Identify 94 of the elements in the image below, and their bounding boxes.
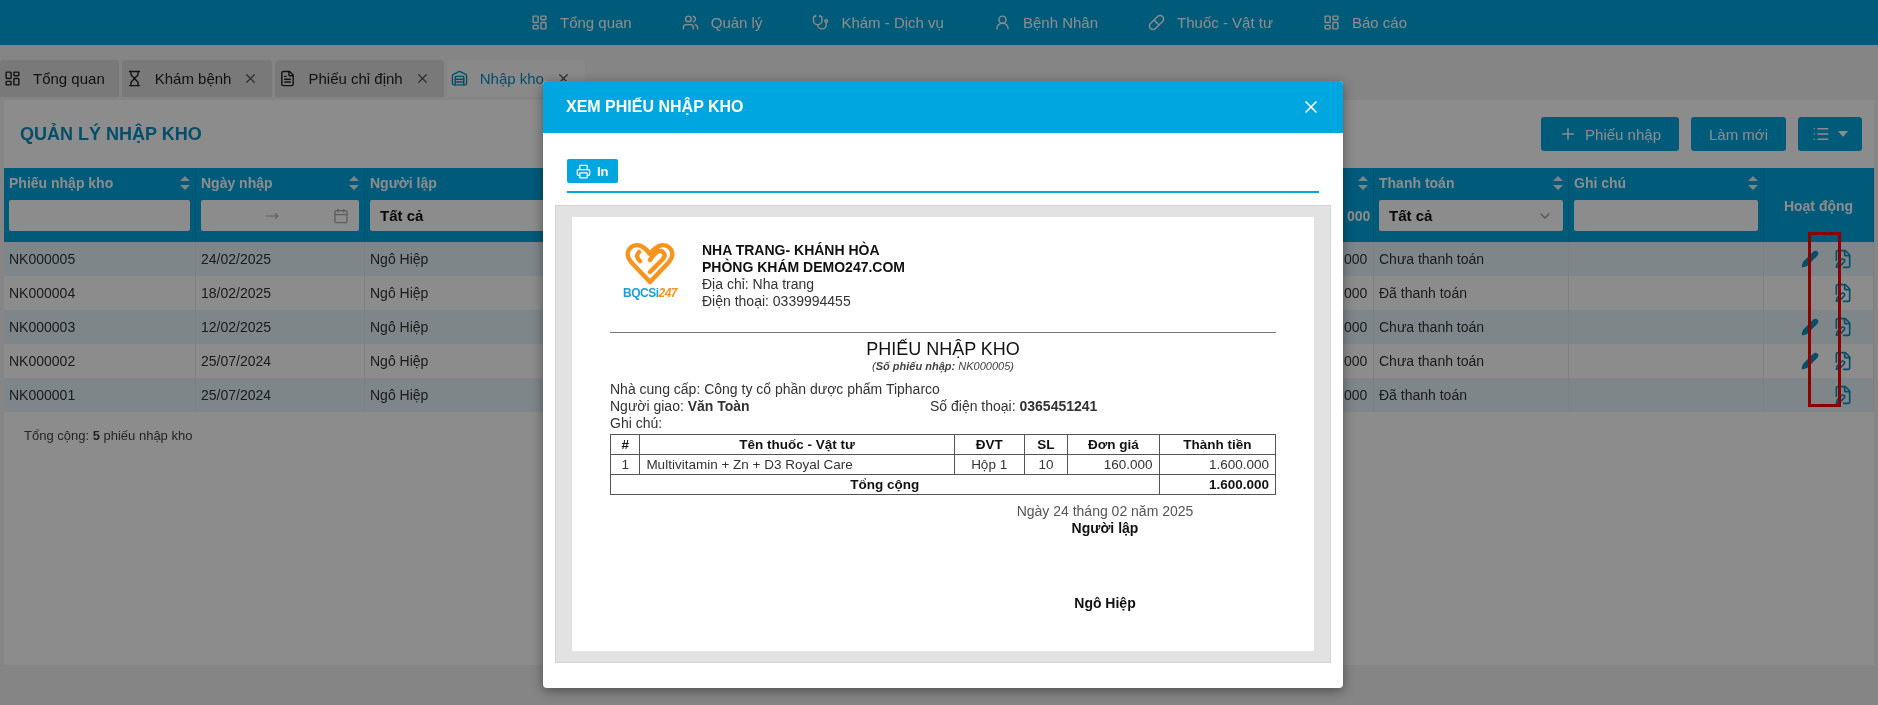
clinic-name: NHA TRANG- KHÁNH HÒA bbox=[702, 242, 881, 258]
table-cell: 000 bbox=[1342, 242, 1374, 276]
column-header: Thành tiền bbox=[1159, 434, 1276, 455]
table-cell: Chưa thanh toán bbox=[1374, 242, 1569, 276]
clinic-address: Địa chỉ: Nha trang bbox=[702, 276, 816, 293]
document-edit-icon[interactable] bbox=[1833, 351, 1853, 371]
receipt-number: (Số phiếu nhập: NK000005) bbox=[871, 360, 1015, 372]
tab[interactable]: Tổng quan bbox=[0, 60, 119, 97]
pencil-icon[interactable] bbox=[1801, 318, 1819, 336]
dialog-title: XEM PHIẾU NHẬP KHO bbox=[566, 98, 744, 116]
column-header: Tên thuốc - Vật tư bbox=[639, 434, 955, 455]
column-header: Ngày nhập bbox=[196, 168, 365, 242]
add-button[interactable]: Phiếu nhập bbox=[1541, 117, 1679, 151]
column-header: Ghi chú bbox=[1569, 168, 1764, 242]
sort-icon[interactable] bbox=[180, 176, 190, 190]
receipt-date: Ngày 24 tháng 02 năm 2025 bbox=[1016, 503, 1194, 520]
clinic-name: PHÒNG KHÁM DEMO247.COM bbox=[702, 259, 906, 276]
table-cell: Chưa thanh toán bbox=[1374, 310, 1569, 344]
printer-icon bbox=[576, 163, 591, 179]
logo-text: BQCSi247 bbox=[622, 286, 677, 300]
column-header: # bbox=[610, 434, 640, 455]
table-cell: NK000001 bbox=[4, 378, 196, 412]
tab[interactable]: Phiếu chỉ định bbox=[275, 60, 444, 97]
table-cell: Đã thanh toán bbox=[1374, 378, 1569, 412]
warehouse-icon bbox=[450, 70, 468, 87]
person-icon bbox=[993, 14, 1011, 31]
filter-field[interactable] bbox=[9, 200, 190, 231]
list-icon bbox=[1812, 125, 1830, 143]
total-value: 1.600.000 bbox=[1159, 474, 1276, 495]
document-edit-icon[interactable] bbox=[1833, 249, 1853, 269]
table-cell: 10 bbox=[1024, 454, 1068, 475]
table-cell: NK000003 bbox=[4, 310, 196, 344]
date-range-field[interactable] bbox=[201, 200, 359, 231]
tab[interactable]: Khám bệnh bbox=[121, 60, 273, 97]
signer-role: Người lập bbox=[1071, 520, 1139, 537]
document-edit-icon[interactable] bbox=[1833, 317, 1853, 337]
print-button[interactable]: In bbox=[567, 159, 618, 183]
table-cell: 1 bbox=[610, 454, 640, 475]
document-icon bbox=[279, 70, 297, 87]
page-title: QUẢN LÝ NHẬP KHO bbox=[20, 123, 203, 145]
table-cell: Hộp 1 bbox=[954, 454, 1025, 475]
clinic-phone: Điện thoại: 0339994455 bbox=[702, 293, 852, 310]
total-label: Tổng cộng bbox=[610, 474, 1160, 495]
users-icon bbox=[681, 14, 699, 31]
column-header: ĐVT bbox=[954, 434, 1025, 455]
nav-item[interactable]: Thuốc - Vật tư bbox=[1142, 10, 1279, 35]
nav-item[interactable]: Báo cáo bbox=[1316, 10, 1413, 35]
table-cell: 24/02/2025 bbox=[196, 242, 365, 276]
column-header: Hoạt động bbox=[1764, 168, 1874, 242]
pencil-icon[interactable] bbox=[1801, 352, 1819, 370]
total-count: Tổng cộng: 5 phiếu nhập kho bbox=[24, 428, 193, 443]
columns-menu-button[interactable] bbox=[1798, 117, 1862, 151]
nav-item[interactable]: Khám - Dịch vụ bbox=[806, 10, 950, 35]
table-cell: 000 bbox=[1342, 276, 1374, 310]
nav-item[interactable]: Quản lý bbox=[675, 10, 769, 35]
sort-icon[interactable] bbox=[1553, 176, 1563, 190]
table-cell: 25/07/2024 bbox=[196, 378, 365, 412]
table-cell: 000 bbox=[1342, 310, 1374, 344]
column-header: Đơn giá bbox=[1067, 434, 1160, 455]
note-label: Ghi chú: bbox=[610, 415, 664, 432]
filter-field[interactable] bbox=[1574, 200, 1758, 231]
nav-item[interactable]: Tổng quan bbox=[525, 10, 638, 35]
table-cell: Multivitamin + Zn + D3 Royal Care bbox=[639, 454, 955, 475]
filter-value: 000 bbox=[1347, 208, 1368, 224]
column-header: Phiếu nhập kho bbox=[4, 168, 196, 242]
caret-icon bbox=[1838, 131, 1848, 137]
dashboard-icon bbox=[531, 14, 548, 31]
sort-icon[interactable] bbox=[1358, 176, 1368, 190]
document-edit-icon[interactable] bbox=[1833, 283, 1853, 303]
phone-text: Số điện thoại: 0365451241 bbox=[930, 398, 1099, 415]
table-cell: 12/02/2025 bbox=[196, 310, 365, 344]
table-cell: 000 bbox=[1342, 378, 1374, 412]
dashboard-icon bbox=[4, 70, 21, 87]
calendar-icon bbox=[333, 207, 349, 224]
dashboard-icon bbox=[1322, 14, 1340, 31]
column-header: SL bbox=[1024, 434, 1068, 455]
document-edit-icon[interactable] bbox=[1833, 385, 1853, 405]
sort-icon[interactable] bbox=[349, 176, 359, 190]
deliverer-text: Người giao: Văn Toàn bbox=[610, 398, 751, 415]
supplier-text: Nhà cung cấp: Công ty cổ phần dược phẩm Tipharco bbox=[610, 381, 941, 398]
table-cell: 000 bbox=[1342, 344, 1374, 378]
refresh-button[interactable]: Làm mới bbox=[1691, 117, 1786, 151]
table-cell: 160.000 bbox=[1067, 454, 1160, 475]
sort-icon[interactable] bbox=[1748, 176, 1758, 190]
column-header: Thanh toán Tất cả bbox=[1374, 168, 1569, 242]
filter-dropdown[interactable]: Tất cả bbox=[1379, 200, 1563, 231]
stethoscope-icon bbox=[812, 14, 830, 31]
table-cell: NK000005 bbox=[4, 242, 196, 276]
nav-item[interactable]: Bệnh Nhân bbox=[987, 10, 1105, 35]
heart-logo-icon bbox=[625, 242, 675, 286]
pill-icon bbox=[1148, 14, 1166, 31]
table-cell: 1.600.000 bbox=[1159, 454, 1276, 475]
signer-name: Ngô Hiệp bbox=[1074, 595, 1136, 612]
pencil-icon[interactable] bbox=[1801, 250, 1819, 268]
